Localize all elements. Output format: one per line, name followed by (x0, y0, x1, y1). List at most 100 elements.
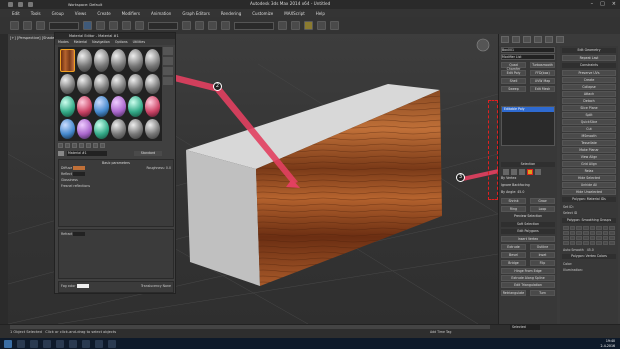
edit-geometry-button[interactable]: View Align (562, 154, 616, 160)
edit-geometry-button[interactable]: Hide Selected (562, 175, 616, 181)
material-type-button[interactable]: Standard (134, 151, 162, 156)
material-name-field[interactable]: Material #1 (67, 151, 107, 156)
material-slot[interactable] (128, 118, 143, 139)
material-slot[interactable] (77, 73, 92, 94)
menu-item-group[interactable]: Group (52, 11, 64, 16)
reset-icon[interactable] (79, 143, 84, 148)
align-icon[interactable] (221, 21, 230, 30)
background-icon[interactable] (163, 67, 173, 75)
edit-geometry-button[interactable]: QuickSlice (562, 119, 616, 125)
material-slot[interactable] (94, 96, 109, 117)
edit-geometry-button[interactable]: Unhide All (562, 182, 616, 188)
edit-geometry-button[interactable]: Repeat Last (562, 55, 616, 61)
move-icon[interactable] (109, 21, 118, 30)
me-menu-modes[interactable]: Modes (58, 39, 69, 45)
edit-geometry-button[interactable]: Collapse (562, 84, 616, 90)
ignore-backfacing-checkbox[interactable]: Ignore Backfacing (501, 183, 555, 189)
select-name-icon[interactable] (96, 21, 105, 30)
minimize-icon[interactable]: – (591, 1, 594, 7)
taskbar-app-icon[interactable] (82, 339, 90, 348)
smoothing-group-button[interactable] (589, 236, 596, 240)
vertex-icon[interactable] (503, 169, 509, 175)
viewcube-icon[interactable] (476, 38, 490, 52)
object-name-field[interactable]: Box001 (501, 47, 555, 53)
select-icon[interactable] (83, 21, 92, 30)
element-icon[interactable] (535, 169, 541, 175)
edge-icon[interactable] (511, 169, 517, 175)
render-icon[interactable] (330, 21, 339, 30)
smoothing-group-button[interactable] (563, 231, 569, 235)
insert-vertex-button[interactable]: Insert Vertex (501, 236, 555, 242)
backlight-icon[interactable] (163, 57, 173, 65)
close-icon[interactable]: × (612, 1, 616, 7)
smoothing-group-button[interactable] (582, 236, 589, 240)
time-slider[interactable] (10, 325, 490, 329)
edit-geometry-button[interactable]: MSmooth (562, 133, 616, 139)
edit-geometry-button[interactable]: Constraints (562, 63, 616, 68)
mirror-icon[interactable] (208, 21, 217, 30)
edit-geometry-button[interactable]: Edit Geometry (562, 48, 616, 53)
material-slot[interactable] (60, 96, 75, 117)
smoothing-group-button[interactable] (576, 231, 582, 235)
extrude-button[interactable]: Extrude (501, 244, 526, 250)
start-icon[interactable] (4, 339, 12, 348)
workspace-selector[interactable]: Workspace: Default (68, 3, 102, 7)
display-tab-icon[interactable] (545, 36, 553, 43)
material-slot[interactable] (77, 96, 92, 117)
smoothing-group-button[interactable] (569, 241, 576, 245)
modifier-button[interactable]: Turbosmooth (530, 62, 555, 68)
roughness-value[interactable]: 0.0 (166, 166, 171, 170)
smoothing-group-button[interactable] (589, 231, 596, 235)
smoothing-group-button[interactable] (569, 226, 576, 230)
smoothing-group-button[interactable] (563, 236, 569, 240)
extrude-along-spline-button[interactable]: Extrude Along Spline (501, 275, 555, 281)
get-material-icon[interactable] (58, 143, 63, 148)
assign-material-icon[interactable] (72, 143, 77, 148)
scale-icon[interactable] (135, 21, 144, 30)
viewport-label[interactable]: [+] [Perspective] [Shaded] (10, 36, 58, 40)
smoothing-group-button[interactable] (589, 226, 596, 230)
taskbar-app-icon[interactable] (108, 339, 116, 348)
smoothing-group-button[interactable] (576, 241, 582, 245)
material-slot[interactable] (145, 49, 160, 72)
taskbar-app-icon[interactable] (69, 339, 77, 348)
edit-geometry-button[interactable]: Slice Plane (562, 105, 616, 111)
modifier-button[interactable]: UVW Map (530, 78, 555, 84)
modifier-button[interactable]: Edit Poly (501, 70, 526, 76)
app-icon[interactable] (8, 2, 13, 7)
smoothing-group-button[interactable] (602, 236, 609, 240)
polygon-icon[interactable] (527, 169, 533, 175)
smoothing-group-button[interactable] (609, 226, 615, 230)
rotate-icon[interactable] (122, 21, 131, 30)
modifier-button[interactable]: Sweep (501, 86, 526, 92)
modifier-button[interactable]: Edit Mesh (530, 86, 555, 92)
edit-geometry-button[interactable]: Grid Align (562, 161, 616, 167)
grow-button[interactable]: Grow (530, 198, 555, 204)
border-icon[interactable] (519, 169, 525, 175)
smoothing-group-button[interactable] (602, 241, 609, 245)
hinge-from-edge-button[interactable]: Hinge From Edge (501, 268, 555, 274)
maximize-icon[interactable]: □ (600, 1, 605, 7)
link-icon[interactable] (36, 21, 45, 30)
edit-geometry-button[interactable]: Make Planar (562, 147, 616, 153)
menu-item-customize[interactable]: Customize (252, 11, 273, 16)
translucency-dropdown[interactable]: None (163, 284, 171, 288)
menu-item-edit[interactable]: Edit (12, 11, 20, 16)
edit-geometry-button[interactable]: Relax (562, 168, 616, 174)
edit-geometry-button[interactable]: Cut (562, 126, 616, 132)
smoothing-group-button[interactable] (563, 226, 569, 230)
select-id-button[interactable]: Select ID (563, 210, 577, 216)
sample-type-icon[interactable] (163, 47, 173, 55)
material-editor-icon[interactable] (304, 21, 313, 30)
material-slot[interactable] (60, 118, 75, 139)
modifier-button[interactable]: Quad Chamfer (501, 62, 526, 71)
material-slot[interactable] (94, 73, 109, 94)
smoothing-group-button[interactable] (596, 226, 602, 230)
auto-smooth-button[interactable]: Auto Smooth (563, 247, 584, 252)
edit-geometry-button[interactable]: Create (562, 77, 616, 83)
material-slot[interactable] (145, 118, 160, 139)
unique-icon[interactable] (93, 143, 98, 148)
curve-editor-icon[interactable] (291, 21, 300, 30)
fog-swatch[interactable] (76, 284, 89, 288)
selection-rollout[interactable]: Selection (501, 162, 555, 167)
